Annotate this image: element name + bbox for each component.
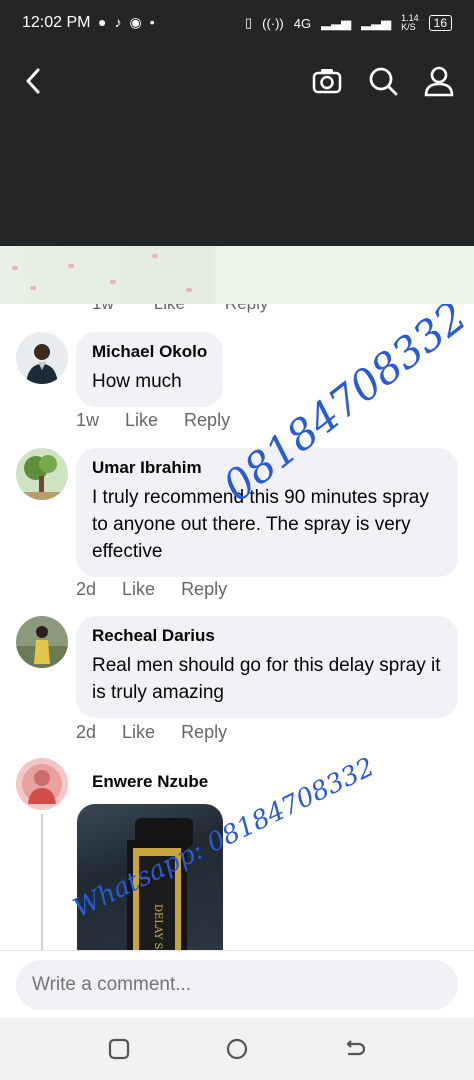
comment-text: Real men should go for this delay spray … (92, 655, 441, 703)
reply-button[interactable]: Reply (181, 579, 227, 600)
status-bar: 12:02 PM ● ♪ ◉ • ▯ ((·)) 4G ▂▃▅ ▂▃▅ 1.14… (0, 0, 474, 48)
avatar[interactable] (16, 616, 68, 668)
profile-icon[interactable] (422, 64, 456, 98)
comment-text: I truly recommend this 90 minutes spray … (92, 487, 429, 562)
avatar[interactable] (16, 332, 68, 384)
comment-actions: 2d Like Reply (76, 579, 227, 600)
post-image[interactable] (0, 246, 474, 304)
speed-indicator: 1.14 K/S (401, 13, 419, 32)
comments-feed[interactable]: 1w Like Reply Michael Okolo How much 1w … (0, 304, 474, 950)
comment-time: 2d (76, 722, 97, 742)
comment-author[interactable]: Michael Okolo (92, 342, 207, 362)
search-icon[interactable] (366, 64, 400, 98)
comment-time: 1w (92, 304, 114, 314)
back-nav-icon[interactable] (342, 1036, 368, 1062)
product-label: DELAY SPRAY (152, 904, 163, 950)
comment-author[interactable]: Recheal Darius (92, 626, 442, 646)
app-bar (0, 48, 474, 246)
reply-button[interactable]: Reply (184, 410, 230, 431)
previous-comment-actions: 1w Like Reply (92, 304, 268, 314)
comment-bubble[interactable]: Recheal Darius Real men should go for th… (76, 616, 458, 718)
comment-time: 2d (76, 579, 97, 599)
back-arrow-icon[interactable] (18, 64, 52, 98)
comment-composer (0, 950, 474, 1018)
network-type: 4G (293, 15, 312, 31)
dot-icon: • (149, 14, 155, 30)
like-button[interactable]: Like (125, 410, 158, 431)
home-icon[interactable] (224, 1036, 250, 1062)
comment-author[interactable]: Enwere Nzube (92, 772, 208, 792)
recent-apps-icon[interactable] (106, 1036, 132, 1062)
comment-bubble[interactable]: Michael Okolo How much (76, 332, 224, 407)
battery-indicator: 16 (428, 15, 452, 31)
signal-icon: ▂▃▅ (321, 15, 352, 30)
hotspot-icon: ((·)) (262, 15, 284, 31)
like-button[interactable]: Like (122, 579, 155, 600)
avatar[interactable] (16, 448, 68, 500)
comment-actions: 2d Like Reply (76, 722, 227, 743)
chat-bubble-icon: ● (98, 14, 107, 30)
signal-icon-2: ▂▃▅ (361, 15, 392, 30)
facebook-icon: ◉ (129, 14, 142, 30)
reply-thread-line (41, 814, 43, 950)
status-time: 12:02 PM (22, 14, 91, 31)
comment-text: How much (92, 371, 182, 392)
comment-time: 1w (76, 410, 100, 430)
reply-button[interactable]: Reply (181, 722, 227, 743)
tiktok-icon: ♪ (114, 14, 122, 30)
comment-actions: 1w Like Reply (76, 410, 230, 431)
vibrate-icon: ▯ (244, 15, 253, 30)
avatar[interactable] (16, 758, 68, 810)
like-button[interactable]: Like (122, 722, 155, 743)
comment-input[interactable] (16, 960, 458, 1010)
like-button[interactable]: Like (154, 304, 185, 314)
reply-button[interactable]: Reply (225, 304, 268, 314)
system-nav-bar (0, 1018, 474, 1080)
camera-icon[interactable] (310, 64, 344, 98)
